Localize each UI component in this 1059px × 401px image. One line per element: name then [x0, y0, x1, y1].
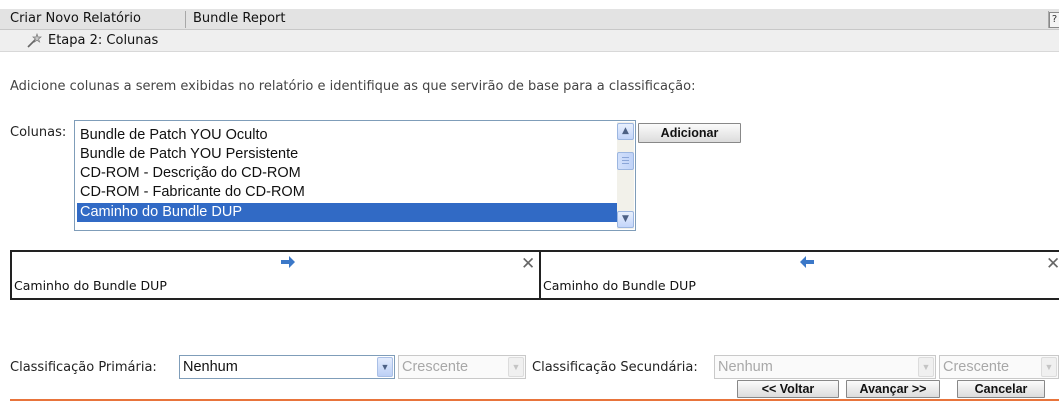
chevron-down-icon: ▼	[1041, 357, 1057, 377]
scroll-up-button[interactable]: ▲	[617, 123, 634, 140]
title-bar: Criar Novo Relatório Bundle Report ?	[0, 9, 1059, 30]
arrow-left-icon[interactable]	[799, 256, 815, 268]
step-title: Etapa 2: Colunas	[48, 33, 159, 48]
title-separator	[185, 11, 186, 28]
list-item-selected[interactable]: Caminho do Bundle DUP	[77, 203, 618, 222]
primary-sort-column: Caminho do Bundle DUP	[14, 278, 167, 293]
secondary-order-select: Crescente ▼	[939, 355, 1059, 379]
chevron-down-icon: ▼	[508, 357, 524, 377]
wand-icon	[27, 33, 42, 48]
help-button[interactable]: ?	[1049, 12, 1059, 28]
chevron-down-icon: ▼	[918, 357, 934, 377]
back-button[interactable]: << Voltar	[737, 380, 839, 398]
secondary-sort-select: Nenhum ▼	[714, 355, 936, 379]
primary-sort-label: Classificação Primária:	[10, 360, 157, 375]
add-column-button[interactable]: Adicionar	[638, 123, 741, 143]
listbox-scrollbar[interactable]: ▲ ▼	[617, 122, 634, 229]
secondary-order-value: Crescente	[943, 359, 1010, 375]
primary-sort-panel[interactable]: ✕ Caminho do Bundle DUP	[10, 250, 540, 300]
secondary-sort-value: Nenhum	[718, 359, 773, 375]
remove-icon[interactable]: ✕	[1046, 254, 1059, 274]
list-item[interactable]: CD-ROM - Fabricante do CD-ROM	[77, 183, 618, 202]
primary-sort-select[interactable]: Nenhum ▼	[179, 355, 395, 379]
primary-order-value: Crescente	[402, 359, 469, 375]
step-bar: Etapa 2: Colunas	[0, 30, 1059, 52]
next-button[interactable]: Avançar >>	[846, 380, 940, 398]
cancel-button[interactable]: Cancelar	[957, 380, 1045, 398]
columns-label: Colunas:	[10, 125, 67, 140]
primary-order-select: Crescente ▼	[398, 355, 526, 379]
arrow-right-icon[interactable]	[280, 256, 296, 268]
report-name: Bundle Report	[193, 11, 286, 26]
window-title: Criar Novo Relatório	[10, 11, 141, 26]
list-item[interactable]: Bundle de Patch YOU Oculto	[77, 126, 618, 145]
scroll-down-button[interactable]: ▼	[617, 211, 634, 228]
instructions-text: Adicione colunas a serem exibidas no rel…	[10, 79, 696, 94]
remove-icon[interactable]: ✕	[521, 254, 535, 274]
scroll-thumb[interactable]	[617, 152, 634, 170]
columns-listbox[interactable]: Bundle de Patch YOU Oculto Bundle de Pat…	[74, 120, 636, 231]
secondary-sort-panel[interactable]: ✕ Caminho do Bundle DUP	[540, 250, 1059, 300]
chevron-down-icon[interactable]: ▼	[377, 357, 393, 377]
primary-sort-value: Nenhum	[183, 359, 238, 375]
secondary-sort-label: Classificação Secundária:	[532, 360, 698, 375]
list-item[interactable]: CD-ROM - Descrição do CD-ROM	[77, 164, 618, 183]
secondary-sort-column: Caminho do Bundle DUP	[543, 278, 696, 293]
list-item[interactable]: Bundle de Patch YOU Persistente	[77, 145, 618, 164]
